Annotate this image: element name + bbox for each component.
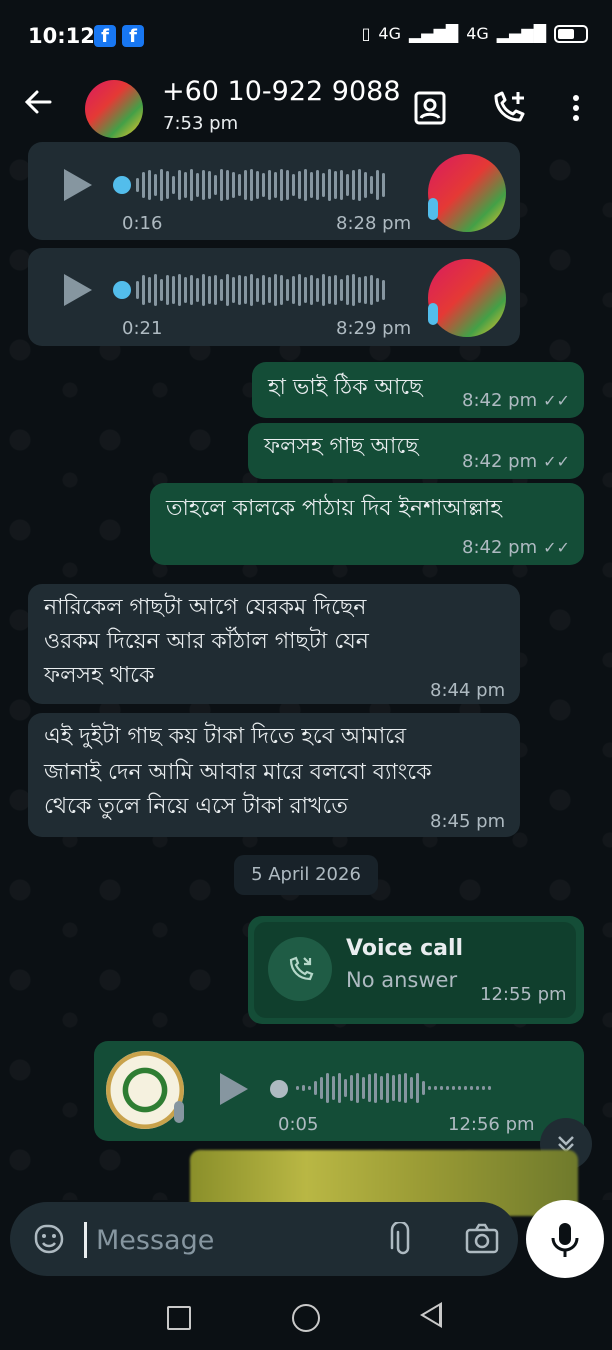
outgoing-message[interactable]: তাহলে কালকে পাঠায় দিব ইনশাআল্লাহ 8:42 p… <box>150 483 584 565</box>
missed-call-icon <box>268 937 332 1001</box>
call-title: Voice call <box>346 936 464 961</box>
play-icon[interactable] <box>64 169 92 201</box>
message-text: হা ভাই ঠিক আছে <box>268 375 423 400</box>
voice-duration: 0:16 <box>122 213 163 234</box>
playback-position-dot[interactable] <box>113 176 131 194</box>
voice-duration: 0:21 <box>122 318 163 339</box>
message-time: 8:28 pm <box>336 213 412 234</box>
more-options-icon[interactable] <box>556 88 596 128</box>
back-arrow-icon[interactable] <box>22 86 54 126</box>
message-line: থেকে তুলে নিয়ে এসে টাকা রাখতে <box>44 794 348 819</box>
sender-avatar <box>428 259 506 337</box>
message-line: এই দুইটা গাছ কয় টাকা দিতে হবে আমারে <box>44 724 407 749</box>
date-divider: 5 April 2026 <box>234 855 378 895</box>
message-text: তাহলে কালকে পাঠায় দিব ইনশাআল্লাহ <box>166 496 502 521</box>
waveform[interactable] <box>136 272 385 308</box>
status-icons: ▯ 4G ▂▄▆█ 4G ▂▄▆█ <box>362 24 588 43</box>
mic-icon <box>174 1101 184 1123</box>
incoming-message[interactable]: এই দুইটা গাছ কয় টাকা দিতে হবে আমারে জান… <box>28 713 520 837</box>
call-status: No answer <box>346 968 458 992</box>
playback-position-dot[interactable] <box>113 281 131 299</box>
chat-header: +60 10-922 9088 7:53 pm <box>0 72 612 150</box>
outgoing-message[interactable]: ফলসহ গাছ আছে 8:42 pm ✓✓ <box>248 423 584 479</box>
signal-4g-icon: 4G <box>466 24 489 43</box>
voice-duration: 0:05 <box>278 1114 319 1135</box>
microphone-icon <box>551 1223 579 1257</box>
attach-icon[interactable] <box>390 1220 416 1262</box>
message-text: ফলসহ গাছ আছে <box>264 434 419 459</box>
battery-icon <box>554 24 588 43</box>
contact-avatar[interactable] <box>85 80 143 138</box>
last-seen: 7:53 pm <box>163 113 239 134</box>
message-time: 8:42 pm ✓✓ <box>462 537 570 558</box>
add-call-icon[interactable] <box>488 88 528 128</box>
status-time: 10:12 <box>28 24 95 48</box>
message-time: 12:56 pm <box>448 1114 535 1135</box>
message-time: 12:55 pm <box>480 984 567 1005</box>
message-time: 8:42 pm ✓✓ <box>462 390 570 411</box>
system-navigation-bar <box>0 1282 612 1350</box>
voice-message-incoming[interactable]: 0:21 8:29 pm <box>28 248 520 346</box>
contact-card-icon[interactable] <box>410 88 450 128</box>
status-bar: 10:12 f f ▯ 4G ▂▄▆█ 4G ▂▄▆█ <box>0 0 612 72</box>
facebook-notification-icon: f <box>94 25 116 47</box>
read-ticks-icon: ✓✓ <box>543 538 570 557</box>
message-line: ফলসহ থাকে <box>44 663 155 688</box>
camera-icon[interactable] <box>464 1222 500 1260</box>
incoming-message[interactable]: নারিকেল গাছটা আগে যেরকম দিছেন ওরকম দিয়ে… <box>28 584 520 704</box>
playback-position-dot[interactable] <box>270 1080 288 1098</box>
outgoing-message[interactable]: হা ভাই ঠিক আছে 8:42 pm ✓✓ <box>252 362 584 418</box>
sender-logo-avatar <box>106 1051 184 1129</box>
text-cursor <box>84 1222 87 1258</box>
sticker-icon[interactable] <box>32 1222 66 1260</box>
voice-message-outgoing[interactable]: 0:05 12:56 pm <box>94 1041 584 1141</box>
signal-bars-icon: ▂▄▆█ <box>496 24 546 43</box>
waveform[interactable] <box>296 1070 491 1106</box>
facebook-notification-icon: f <box>122 25 144 47</box>
message-time: 8:44 pm <box>430 680 506 701</box>
read-ticks-icon: ✓✓ <box>543 391 570 410</box>
sender-avatar <box>428 154 506 232</box>
voice-message-incoming[interactable]: 0:16 8:28 pm <box>28 142 520 240</box>
message-line: নারিকেল গাছটা আগে যেরকম দিছেন <box>44 595 367 620</box>
signal-bars-icon: ▂▄▆█ <box>408 24 459 43</box>
message-line: জানাই দেন আমি আবার মারে বলবো ব্যাংকে <box>44 760 432 785</box>
mic-icon <box>428 198 438 220</box>
signal-4g-icon: 4G <box>378 24 401 43</box>
vibrate-icon: ▯ <box>361 24 371 43</box>
read-ticks-icon: ✓✓ <box>543 452 570 471</box>
message-composer <box>10 1202 518 1276</box>
home-button[interactable] <box>292 1304 320 1332</box>
message-time: 8:42 pm ✓✓ <box>462 451 570 472</box>
recent-apps-button[interactable] <box>167 1306 191 1330</box>
mic-icon <box>428 303 438 325</box>
waveform[interactable] <box>136 167 385 203</box>
voice-record-button[interactable] <box>526 1200 604 1278</box>
message-time: 8:45 pm <box>430 811 506 832</box>
contact-name[interactable]: +60 10-922 9088 <box>162 76 401 107</box>
message-input[interactable] <box>94 1216 368 1264</box>
system-back-button[interactable] <box>420 1302 442 1328</box>
play-icon[interactable] <box>64 274 92 306</box>
play-icon[interactable] <box>220 1073 248 1105</box>
message-line: ওরকম দিয়েন আর কাঁঠাল গাছটা যেন <box>44 629 369 654</box>
message-time: 8:29 pm <box>336 318 412 339</box>
